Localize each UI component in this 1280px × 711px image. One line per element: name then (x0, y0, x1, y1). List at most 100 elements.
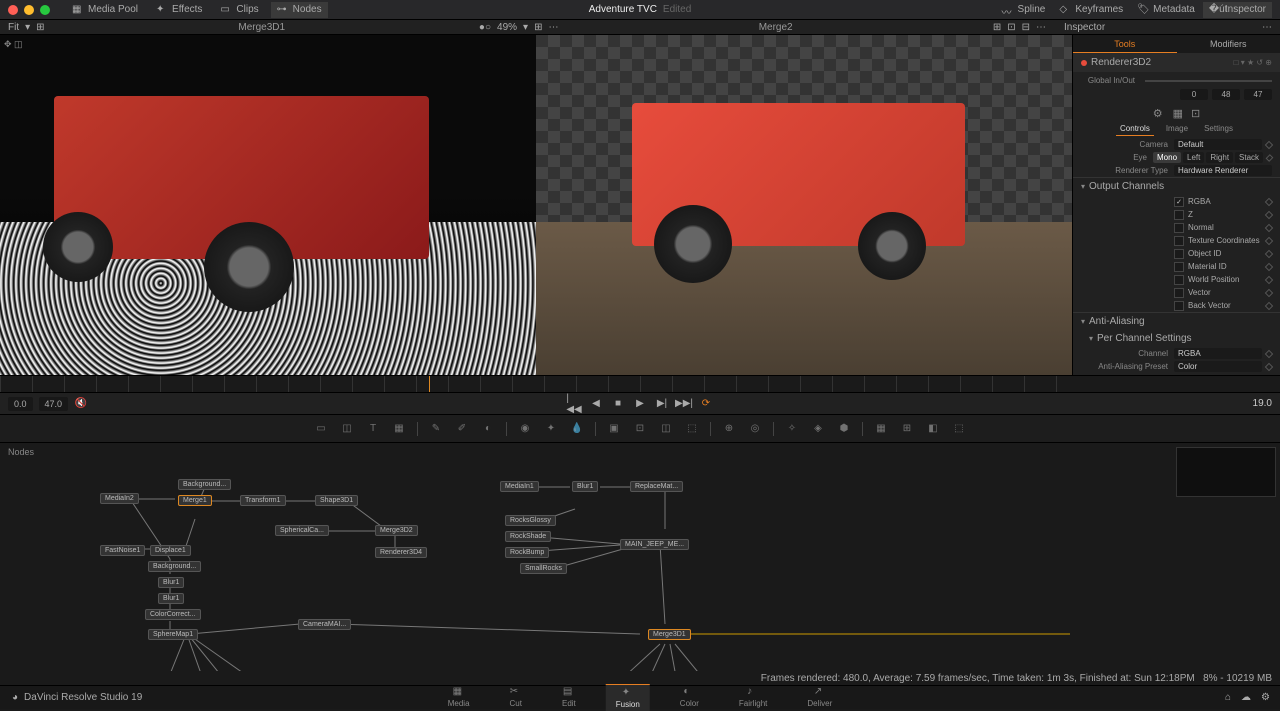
node[interactable]: RockBump (505, 547, 549, 558)
speaker-icon[interactable]: 🔇 (74, 397, 88, 411)
inspector-node-header[interactable]: Renderer3D2 □ ▾ ★ ↺ ⊕ (1073, 53, 1280, 72)
tool-icon[interactable]: ⊕ (721, 421, 737, 437)
tab-tools[interactable]: Tools (1073, 35, 1177, 53)
oc-check[interactable] (1174, 249, 1184, 259)
node[interactable]: Merge3D1 (648, 629, 691, 640)
viewer2-right[interactable]: ⊞⊡⊟⋯ (985, 22, 1054, 33)
range-end[interactable]: 47.0 (39, 397, 69, 411)
node[interactable]: Transform1 (240, 495, 286, 506)
node[interactable]: Renderer3D4 (375, 547, 427, 558)
node[interactable]: RocksGlossy (505, 515, 556, 526)
move-gizmo-icon[interactable]: ✥ ◫ (4, 39, 23, 50)
pen-icon[interactable]: ✐ (454, 421, 470, 437)
timeline-ruler[interactable] (0, 375, 1280, 393)
tab-modifiers[interactable]: Modifiers (1177, 35, 1280, 53)
node[interactable]: RockShade (505, 531, 551, 542)
gio-end[interactable]: 47 (1244, 89, 1272, 100)
inspector-menu-icon[interactable]: ⋯ (1262, 22, 1280, 33)
node[interactable]: SphereMap1 (148, 629, 198, 640)
tool-icon[interactable]: ✧ (784, 421, 800, 437)
node[interactable]: ColorCorrect... (145, 609, 201, 620)
gio-start[interactable]: 0 (1180, 89, 1208, 100)
node[interactable]: ReplaceMat... (630, 481, 683, 492)
tool-icon[interactable]: ▭ (313, 421, 329, 437)
viewer1-right[interactable]: ●○49%▾⊞⋯ (471, 22, 567, 33)
tool-icon[interactable]: ◫ (339, 421, 355, 437)
keyframe-diamond-icon[interactable] (1265, 301, 1273, 309)
home-icon[interactable]: ⌂ (1225, 692, 1231, 703)
cloud-icon[interactable]: ☁ (1241, 692, 1251, 703)
tool-icon[interactable]: ✦ (543, 421, 559, 437)
page-color[interactable]: ◐Color (670, 684, 709, 711)
oc-check[interactable] (1174, 301, 1184, 311)
tool-icon[interactable]: ▦ (873, 421, 889, 437)
node[interactable]: Blur1 (572, 481, 598, 492)
keyframe-diamond-icon[interactable] (1265, 262, 1273, 270)
viewer-right[interactable] (536, 35, 1072, 375)
oc-check[interactable] (1174, 197, 1184, 207)
keyframe-diamond-icon[interactable] (1266, 154, 1274, 162)
viewer-left[interactable]: ✥ ◫ (0, 35, 536, 375)
step-fwd-icon[interactable]: ▶| (655, 397, 669, 411)
node[interactable]: Displace1 (150, 545, 191, 556)
tool-icon[interactable]: ◎ (747, 421, 763, 437)
tool-icon[interactable]: ⊞ (899, 421, 915, 437)
inspector-button[interactable]: �útInspector (1203, 2, 1272, 18)
subtab-settings[interactable]: Settings (1200, 122, 1237, 136)
current-frame[interactable]: 19.0 (1253, 398, 1272, 409)
enable-dot-icon[interactable] (1081, 60, 1087, 66)
tool-icon[interactable]: ⊡ (632, 421, 648, 437)
settings-icon[interactable]: ⊡ (1191, 107, 1200, 120)
per-channel-settings[interactable]: ▾Per Channel Settings (1073, 330, 1280, 347)
tool-icon[interactable]: ◫ (658, 421, 674, 437)
range-start[interactable]: 0.0 (8, 397, 33, 411)
node[interactable]: Background... (178, 479, 231, 490)
oc-check[interactable] (1174, 275, 1184, 285)
nodes-button[interactable]: ⊶Nodes (271, 2, 328, 18)
gio-slider[interactable] (1145, 80, 1272, 82)
clips-button[interactable]: ▭Clips (214, 2, 264, 18)
go-start-icon[interactable]: |◀◀ (567, 397, 581, 411)
node[interactable]: Merge3D2 (375, 525, 418, 536)
stop-icon[interactable]: ■ (611, 397, 625, 411)
aa-channel[interactable]: RGBA (1174, 348, 1262, 359)
metadata-button[interactable]: 🏷Metadata (1131, 2, 1201, 18)
keyframes-button[interactable]: ◇Keyframes (1053, 2, 1129, 18)
tool-icon[interactable]: ⬚ (951, 421, 967, 437)
minimize-icon[interactable] (24, 5, 34, 15)
node[interactable]: Blur1 (158, 577, 184, 588)
oc-check[interactable] (1174, 262, 1184, 272)
oc-check[interactable] (1174, 210, 1184, 220)
camera-select[interactable]: Default (1174, 139, 1262, 150)
tool-icon[interactable]: ◐ (480, 421, 496, 437)
node[interactable]: SphericalCa... (275, 525, 329, 536)
eye-right[interactable]: Right (1206, 152, 1233, 163)
brush-icon[interactable]: ✎ (428, 421, 444, 437)
nodes-panel[interactable]: Nodes ⋯ (0, 443, 1280, 681)
page-media[interactable]: ▦Media (438, 684, 480, 711)
page-cut[interactable]: ✂Cut (500, 684, 532, 711)
playhead-icon[interactable] (429, 376, 430, 392)
go-end-icon[interactable]: ▶▶| (677, 397, 691, 411)
keyframe-diamond-icon[interactable] (1265, 236, 1273, 244)
section-output-channels[interactable]: ▾Output Channels (1073, 178, 1280, 195)
keyframe-diamond-icon[interactable] (1265, 275, 1273, 283)
node[interactable]: SmallRocks (520, 563, 567, 574)
loop-icon[interactable]: ⟳ (699, 397, 713, 411)
aa-preset[interactable]: Color (1174, 361, 1262, 372)
eye-left[interactable]: Left (1183, 152, 1204, 163)
page-fairlight[interactable]: ♪Fairlight (729, 684, 777, 711)
controls-icon[interactable]: ⚙ (1153, 107, 1163, 120)
node[interactable]: Merge1 (178, 495, 212, 506)
subtab-controls[interactable]: Controls (1116, 122, 1154, 136)
node[interactable]: Blur1 (158, 593, 184, 604)
tool-icon[interactable]: 💧 (569, 421, 585, 437)
page-fusion[interactable]: ✦Fusion (606, 684, 650, 711)
renderer-type-select[interactable]: Hardware Renderer (1174, 165, 1272, 176)
oc-check[interactable] (1174, 223, 1184, 233)
gio-dur[interactable]: 48 (1212, 89, 1240, 100)
close-icon[interactable] (8, 5, 18, 15)
tool-icon[interactable]: ◧ (925, 421, 941, 437)
maximize-icon[interactable] (40, 5, 50, 15)
page-deliver[interactable]: ↗Deliver (797, 684, 842, 711)
